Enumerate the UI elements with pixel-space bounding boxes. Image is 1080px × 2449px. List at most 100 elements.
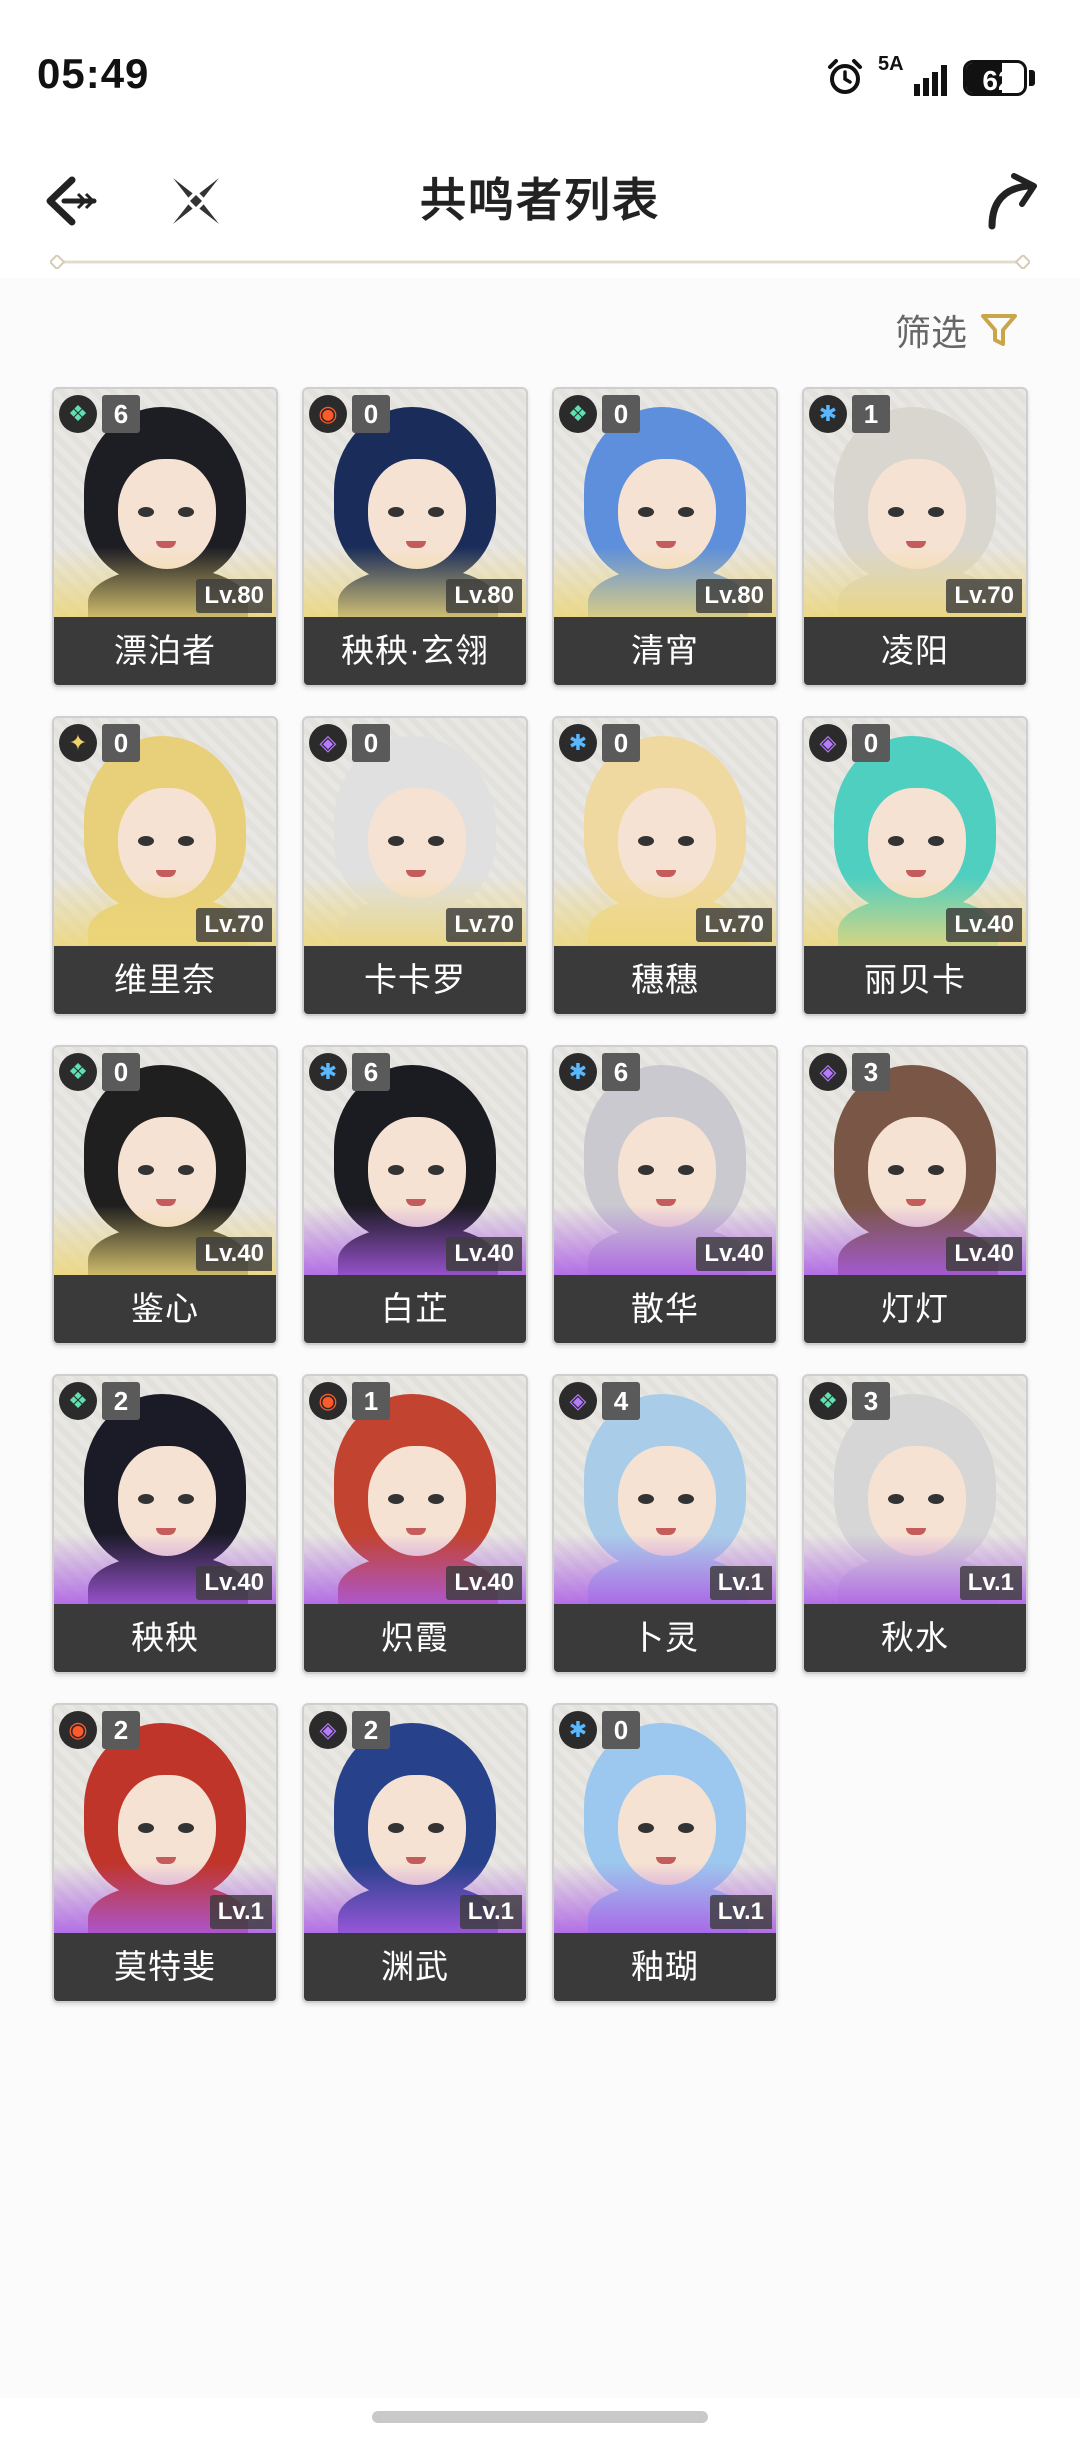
- element-glacio-icon: ✱: [559, 724, 597, 762]
- character-grid: ❖ 6 Lv.80 漂泊者 ◉ 0 Lv.80 秧秧·玄翎 ❖ 0 Lv.80 …: [52, 387, 1032, 2003]
- character-card[interactable]: ❖ 0 Lv.80 清宵: [552, 387, 778, 687]
- resonance-rank-badge: 0: [352, 724, 390, 762]
- resonance-rank-badge: 0: [602, 724, 640, 762]
- element-electro-icon: ◈: [309, 1711, 347, 1749]
- resonance-rank-badge: 6: [102, 395, 140, 433]
- character-card[interactable]: ◈ 2 Lv.1 渊武: [302, 1703, 528, 2003]
- page-title: 共鸣者列表: [420, 174, 660, 226]
- character-card[interactable]: ◈ 3 Lv.40 灯灯: [802, 1045, 1028, 1345]
- character-card[interactable]: ◈ 0 Lv.70 卡卡罗: [302, 716, 528, 1016]
- level-badge: Lv.70: [446, 908, 522, 942]
- filter-button[interactable]: 筛选: [895, 300, 1019, 360]
- element-glacio-icon: ✱: [559, 1053, 597, 1091]
- character-card[interactable]: ❖ 3 Lv.1 秋水: [802, 1374, 1028, 1674]
- resonance-rank-badge: 0: [102, 1053, 140, 1091]
- element-glacio-icon: ✱: [809, 395, 847, 433]
- character-card[interactable]: ◉ 2 Lv.1 莫特斐: [52, 1703, 278, 2003]
- character-card[interactable]: ◈ 4 Lv.1 卜灵: [552, 1374, 778, 1674]
- character-name: 灯灯: [804, 1275, 1026, 1343]
- element-aero-icon: ❖: [809, 1382, 847, 1420]
- character-name: 散华: [554, 1275, 776, 1343]
- character-name: 莫特斐: [54, 1933, 276, 2001]
- character-name: 鉴心: [54, 1275, 276, 1343]
- level-badge: Lv.80: [196, 579, 272, 613]
- character-card[interactable]: ✱ 1 Lv.70 凌阳: [802, 387, 1028, 687]
- character-card[interactable]: ✱ 0 Lv.1 釉瑚: [552, 1703, 778, 2003]
- level-badge: Lv.40: [446, 1237, 522, 1271]
- character-name: 炽霞: [304, 1604, 526, 1672]
- character-card[interactable]: ◉ 1 Lv.40 炽霞: [302, 1374, 528, 1674]
- character-card[interactable]: ◉ 0 Lv.80 秧秧·玄翎: [302, 387, 528, 687]
- character-card[interactable]: ✱ 0 Lv.70 穗穗: [552, 716, 778, 1016]
- filter-label: 筛选: [895, 312, 968, 353]
- character-name: 白芷: [304, 1275, 526, 1343]
- resonance-rank-badge: 2: [102, 1711, 140, 1749]
- top-bar: 共鸣者列表: [0, 150, 1080, 270]
- level-badge: Lv.1: [209, 1895, 272, 1929]
- element-fusion-icon: ◉: [59, 1711, 97, 1749]
- character-card[interactable]: ❖ 0 Lv.40 鉴心: [52, 1045, 278, 1345]
- clock: 05:49: [37, 50, 150, 97]
- level-badge: Lv.1: [709, 1895, 772, 1929]
- element-aero-icon: ❖: [559, 395, 597, 433]
- header-divider: [50, 255, 1030, 269]
- character-card[interactable]: ❖ 6 Lv.80 漂泊者: [52, 387, 278, 687]
- share-arrow-icon[interactable]: [984, 170, 1040, 232]
- level-badge: Lv.1: [959, 1566, 1022, 1600]
- resonance-rank-badge: 6: [352, 1053, 390, 1091]
- element-electro-icon: ◈: [809, 1053, 847, 1091]
- level-badge: Lv.40: [446, 1566, 522, 1600]
- resonance-rank-badge: 0: [102, 724, 140, 762]
- resonance-rank-badge: 1: [852, 395, 890, 433]
- level-badge: Lv.1: [459, 1895, 522, 1929]
- element-electro-icon: ◈: [809, 724, 847, 762]
- character-card[interactable]: ◈ 0 Lv.40 丽贝卡: [802, 716, 1028, 1016]
- character-name: 釉瑚: [554, 1933, 776, 2001]
- character-name: 漂泊者: [54, 617, 276, 685]
- character-card[interactable]: ✦ 0 Lv.70 维里奈: [52, 716, 278, 1016]
- level-badge: Lv.40: [946, 1237, 1022, 1271]
- element-glacio-icon: ✱: [559, 1711, 597, 1749]
- element-spectro-icon: ✦: [59, 724, 97, 762]
- resonance-rank-badge: 0: [602, 1711, 640, 1749]
- character-name: 清宵: [554, 617, 776, 685]
- signal-icon: [914, 65, 947, 96]
- character-name: 秋水: [804, 1604, 1026, 1672]
- level-badge: Lv.1: [709, 1566, 772, 1600]
- character-name: 穗穗: [554, 946, 776, 1014]
- level-badge: Lv.40: [696, 1237, 772, 1271]
- resonance-rank-badge: 4: [602, 1382, 640, 1420]
- element-glacio-icon: ✱: [309, 1053, 347, 1091]
- filter-funnel-icon: [981, 314, 1018, 346]
- element-electro-icon: ◈: [559, 1382, 597, 1420]
- resonance-rank-badge: 3: [852, 1053, 890, 1091]
- character-name: 秧秧·玄翎: [304, 617, 526, 685]
- battery-icon: 62: [963, 60, 1035, 96]
- element-aero-icon: ❖: [59, 1382, 97, 1420]
- level-badge: Lv.70: [946, 579, 1022, 613]
- level-badge: Lv.40: [196, 1566, 272, 1600]
- character-card[interactable]: ✱ 6 Lv.40 散华: [552, 1045, 778, 1345]
- character-card[interactable]: ❖ 2 Lv.40 秧秧: [52, 1374, 278, 1674]
- level-badge: Lv.70: [196, 908, 272, 942]
- character-name: 秧秧: [54, 1604, 276, 1672]
- character-card[interactable]: ✱ 6 Lv.40 白芷: [302, 1045, 528, 1345]
- resonance-rank-badge: 0: [852, 724, 890, 762]
- character-name: 凌阳: [804, 617, 1026, 685]
- element-fusion-icon: ◉: [309, 1382, 347, 1420]
- element-aero-icon: ❖: [59, 395, 97, 433]
- character-name: 渊武: [304, 1933, 526, 2001]
- resonance-rank-badge: 2: [352, 1711, 390, 1749]
- element-electro-icon: ◈: [309, 724, 347, 762]
- character-name: 维里奈: [54, 946, 276, 1014]
- level-badge: Lv.80: [446, 579, 522, 613]
- level-badge: Lv.80: [696, 579, 772, 613]
- level-badge: Lv.40: [196, 1237, 272, 1271]
- home-indicator[interactable]: [372, 2411, 708, 2423]
- character-name: 卡卡罗: [304, 946, 526, 1014]
- network-type-label: 5A: [878, 53, 904, 75]
- element-aero-icon: ❖: [59, 1053, 97, 1091]
- resonance-rank-badge: 0: [352, 395, 390, 433]
- resonance-rank-badge: 0: [602, 395, 640, 433]
- resonance-rank-badge: 2: [102, 1382, 140, 1420]
